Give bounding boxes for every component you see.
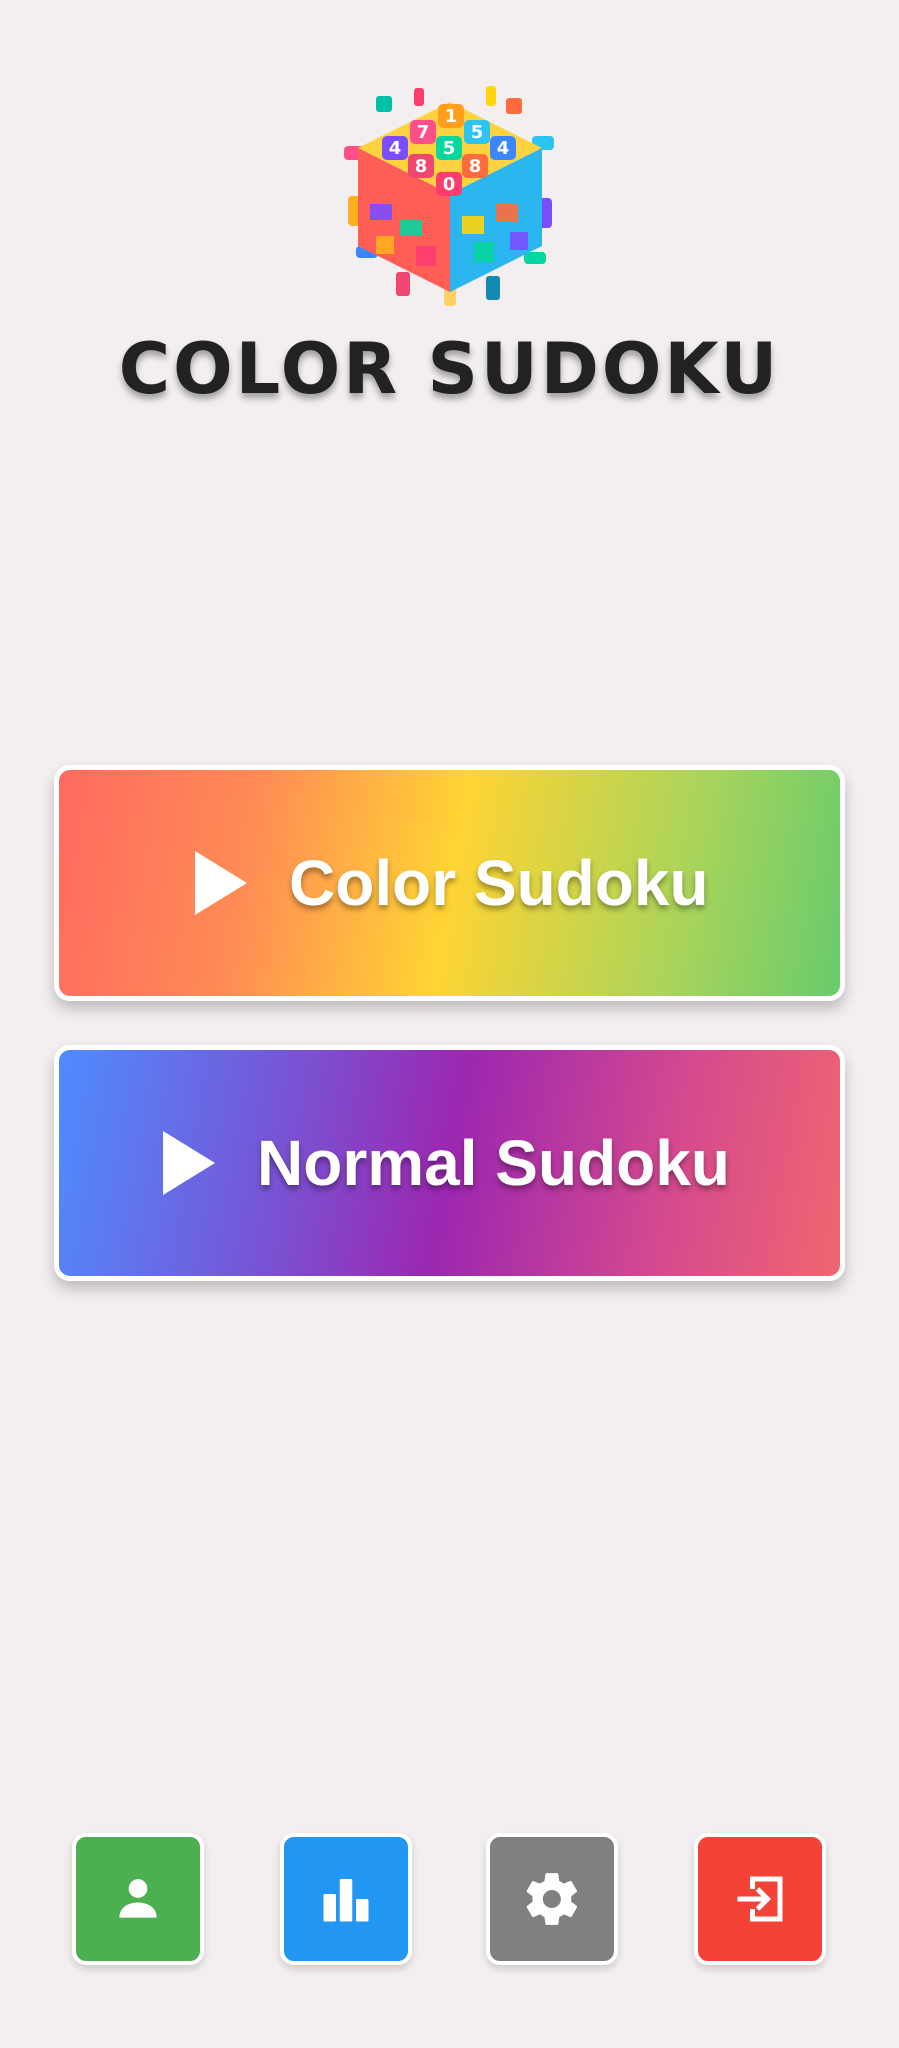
- svg-text:1: 1: [445, 106, 458, 127]
- exit-button[interactable]: [694, 1833, 826, 1965]
- profile-button[interactable]: [72, 1833, 204, 1965]
- normal-sudoku-button[interactable]: Normal Sudoku: [54, 1045, 845, 1281]
- play-icon: [195, 851, 247, 915]
- person-icon: [119, 1879, 157, 1918]
- normal-sudoku-label: Normal Sudoku: [257, 1127, 730, 1199]
- svg-text:5: 5: [443, 138, 456, 159]
- play-icon: [163, 1131, 215, 1195]
- svg-text:0: 0: [443, 174, 456, 195]
- color-sudoku-label: Color Sudoku: [289, 847, 709, 919]
- svg-text:4: 4: [497, 138, 510, 159]
- home-screen: 1 7 5 4 5 4 8 8 0 COLOR SUDOKU Color Sud…: [0, 0, 899, 2048]
- bar-chart-icon: [323, 1879, 369, 1922]
- gear-icon: [526, 1873, 578, 1925]
- color-sudoku-button[interactable]: Color Sudoku: [54, 765, 845, 1001]
- sudoku-cube-logo: 1 7 5 4 5 4 8 8 0: [344, 86, 554, 306]
- svg-text:7: 7: [417, 122, 430, 143]
- settings-button[interactable]: [486, 1833, 618, 1965]
- app-title: COLOR SUDOKU: [118, 328, 781, 410]
- svg-text:4: 4: [389, 138, 402, 159]
- exit-icon: [737, 1876, 783, 1922]
- svg-text:5: 5: [471, 122, 484, 143]
- svg-text:8: 8: [415, 156, 428, 177]
- stats-button[interactable]: [280, 1833, 412, 1965]
- svg-text:8: 8: [469, 156, 482, 177]
